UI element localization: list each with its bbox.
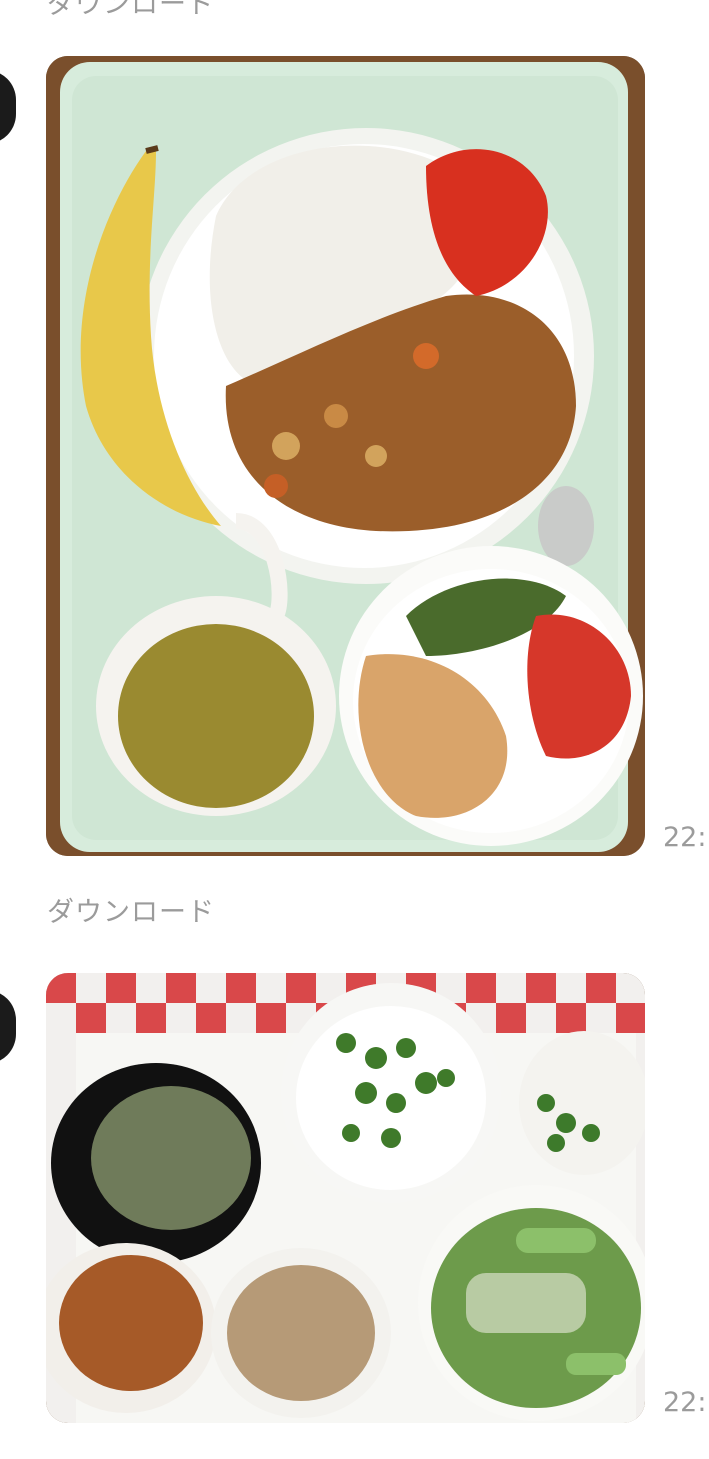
- curry-rice-meal-photo: [46, 56, 645, 856]
- sender-avatar[interactable]: [0, 990, 16, 1064]
- sender-avatar[interactable]: [0, 70, 16, 144]
- okra-meal-photo: [46, 973, 645, 1423]
- download-link[interactable]: ダウンロード: [47, 0, 215, 21]
- message-time: 22:: [663, 822, 707, 853]
- message-photo[interactable]: [46, 56, 645, 856]
- message-time: 22:: [663, 1387, 707, 1418]
- download-link[interactable]: ダウンロード: [47, 890, 215, 929]
- message-photo[interactable]: [46, 973, 645, 1423]
